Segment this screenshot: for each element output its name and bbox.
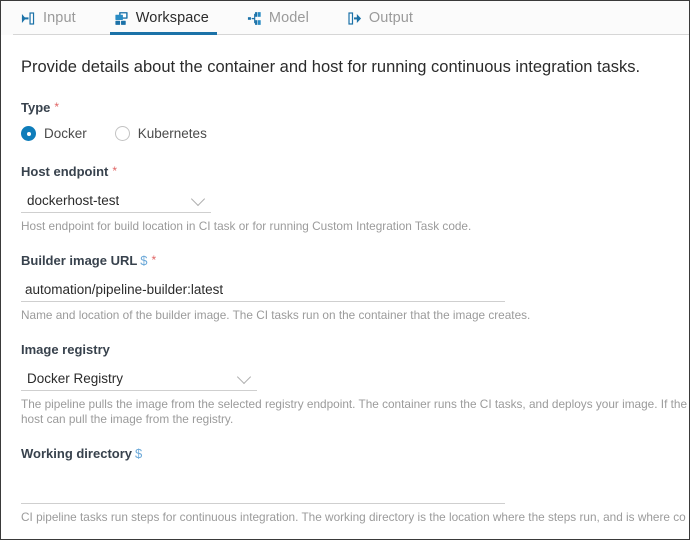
- working-directory-input[interactable]: [21, 479, 505, 504]
- builder-image-url-value: automation/pipeline-builder:latest: [25, 281, 224, 297]
- working-directory-binding-icon[interactable]: $: [135, 446, 142, 461]
- workspace-form-window: Input Workspace Model Output Provide det…: [0, 0, 690, 540]
- field-host-endpoint: Host endpoint * dockerhost-test Host endp…: [21, 163, 689, 234]
- tab-output-label: Output: [368, 10, 414, 26]
- radio-kubernetes[interactable]: Kubernetes: [114, 126, 207, 141]
- builder-image-url-binding-icon[interactable]: $: [140, 253, 147, 268]
- radio-docker-label: Docker: [44, 126, 87, 141]
- host-endpoint-help: Host endpoint for build location in CI t…: [21, 219, 472, 233]
- host-endpoint-value: dockerhost-test: [27, 192, 120, 208]
- type-radio-group: Docker Kubernetes: [21, 126, 689, 141]
- radio-kubernetes-label: Kubernetes: [137, 126, 207, 141]
- workspace-icon: [115, 11, 128, 25]
- output-icon: [348, 11, 361, 25]
- host-endpoint-label: Host endpoint: [21, 164, 109, 179]
- field-working-directory: Working directory $ CI pipeline tasks run…: [21, 445, 689, 525]
- tab-model[interactable]: Model: [243, 1, 323, 35]
- input-icon: [21, 11, 35, 25]
- tab-input-label: Input: [43, 10, 76, 26]
- image-registry-help: The pipeline pulls the image from the se…: [21, 397, 690, 426]
- image-registry-select[interactable]: Docker Registry: [21, 366, 257, 391]
- tab-model-label: Model: [268, 10, 309, 26]
- host-endpoint-select[interactable]: dockerhost-test: [21, 188, 211, 213]
- chevron-down-icon: [236, 369, 252, 385]
- type-required-marker: *: [54, 100, 60, 114]
- tab-input[interactable]: Input: [17, 1, 90, 35]
- image-registry-value: Docker Registry: [27, 370, 124, 386]
- builder-image-url-required-marker: *: [151, 253, 157, 267]
- chevron-down-icon: [190, 191, 206, 207]
- radio-kubernetes-dot: [114, 126, 130, 141]
- field-image-registry: Image registry Docker Registry The pipel…: [21, 341, 689, 427]
- page-title: Provide details about the container and …: [21, 58, 641, 76]
- working-directory-help: CI pipeline tasks run steps for continuo…: [21, 510, 686, 524]
- form-content: Provide details about the container and …: [1, 35, 689, 539]
- radio-docker-dot: [21, 126, 36, 141]
- model-icon: [247, 11, 261, 25]
- builder-image-url-label: Builder image URL: [21, 253, 138, 268]
- host-endpoint-required-marker: *: [112, 164, 118, 178]
- tab-bar: Input Workspace Model Output: [1, 1, 689, 35]
- radio-docker[interactable]: Docker: [21, 126, 87, 141]
- tab-workspace[interactable]: Workspace: [109, 1, 223, 35]
- field-builder-image-url: Builder image URL $ * automation/pipeline-…: [21, 252, 689, 323]
- field-type: Type * Docker Kubernetes: [21, 99, 689, 141]
- builder-image-url-help: Name and location of the builder image. …: [21, 308, 531, 322]
- tab-workspace-label: Workspace: [135, 10, 209, 26]
- working-directory-label: Working directory: [21, 446, 133, 461]
- tab-output[interactable]: Output: [343, 1, 427, 35]
- builder-image-url-input[interactable]: automation/pipeline-builder:latest: [21, 277, 505, 302]
- type-label: Type: [21, 100, 51, 115]
- image-registry-label: Image registry: [21, 342, 110, 357]
